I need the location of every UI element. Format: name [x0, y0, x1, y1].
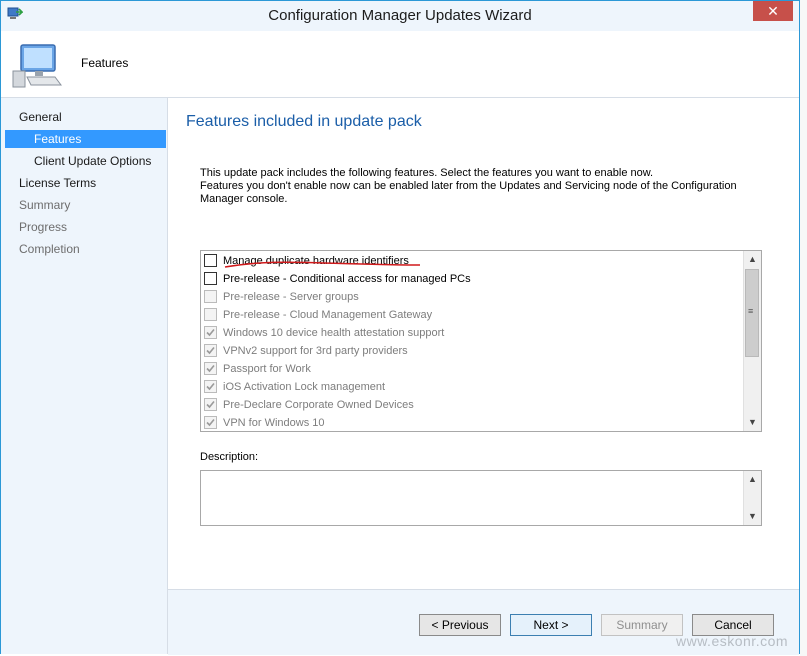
feature-label: VPNv2 support for 3rd party providers	[223, 345, 408, 357]
scroll-up-icon[interactable]: ▲	[744, 251, 761, 268]
description-label: Description:	[200, 451, 259, 463]
previous-button[interactable]: < Previous	[419, 614, 501, 636]
feature-item: iOS Activation Lock management	[204, 378, 385, 396]
feature-checkbox	[204, 379, 217, 393]
description-value	[201, 471, 761, 477]
description-scrollbar[interactable]: ▲ ▼	[743, 471, 761, 525]
checkmark-icon	[206, 382, 215, 390]
description-field[interactable]: ▲ ▼	[200, 470, 762, 526]
feature-checkbox	[204, 325, 217, 339]
title-bar[interactable]: Configuration Manager Updates Wizard ✕	[1, 1, 799, 31]
checkmark-icon	[206, 328, 215, 336]
scroll-down-icon[interactable]: ▼	[744, 508, 761, 525]
intro-line: Features you don't enable now can be ena…	[200, 180, 737, 192]
computer-icon	[12, 44, 62, 88]
feature-item: Pre-release - Server groups	[204, 288, 359, 306]
feature-checkbox	[204, 361, 217, 375]
feature-checkbox	[204, 415, 217, 429]
nav-item-progress: Progress	[19, 220, 68, 234]
next-button[interactable]: Next >	[510, 614, 592, 636]
nav-item-completion: Completion	[19, 242, 80, 256]
nav-item-license-terms[interactable]: License Terms	[5, 174, 166, 192]
wizard-window: Configuration Manager Updates Wizard ✕ F…	[0, 0, 800, 655]
header-title: Features	[81, 56, 129, 70]
scroll-up-icon[interactable]: ▲	[744, 471, 761, 488]
scroll-down-icon[interactable]: ▼	[744, 414, 761, 431]
nav-item-features[interactable]: Features	[5, 130, 166, 148]
nav-item-general[interactable]: General	[5, 108, 166, 126]
wizard-content: Features included in update pack This up…	[168, 98, 799, 589]
wizard-header: Features	[1, 31, 799, 98]
intro-line: This update pack includes the following …	[200, 167, 654, 179]
intro-line: Manager console.	[200, 193, 288, 205]
scroll-grip-icon: ≡	[748, 306, 754, 316]
nav-item-summary: Summary	[19, 198, 71, 212]
feature-label: VPN for Windows 10	[223, 417, 325, 429]
checkmark-icon	[206, 400, 215, 408]
checkmark-icon	[206, 418, 215, 426]
feature-checkbox	[204, 397, 217, 411]
checkmark-icon	[206, 346, 215, 354]
feature-label: iOS Activation Lock management	[223, 381, 386, 393]
feature-label: Pre-release - Cloud Management Gateway	[223, 309, 433, 321]
watermark: www.eskonr.com	[676, 633, 789, 649]
checkmark-icon	[206, 364, 215, 372]
feature-item: Pre-release - Cloud Management Gateway	[204, 306, 432, 324]
intro-text: This update pack includes the following …	[200, 167, 740, 206]
red-underline-annotation	[224, 261, 421, 268]
page-title: Features included in update pack	[186, 113, 422, 130]
feature-item: Passport for Work	[204, 360, 311, 378]
feature-item: VPN for Windows 10	[204, 414, 325, 431]
feature-checkbox	[204, 307, 217, 321]
feature-checkbox[interactable]	[204, 271, 217, 285]
nav-item-client-update-options[interactable]: Client Update Options	[5, 152, 166, 170]
feature-item: VPNv2 support for 3rd party providers	[204, 342, 408, 360]
feature-item: Windows 10 device health attestation sup…	[204, 324, 444, 342]
feature-label: Passport for Work	[223, 363, 311, 375]
feature-checkbox	[204, 343, 217, 357]
feature-item: Pre-Declare Corporate Owned Devices	[204, 396, 414, 414]
window-title: Configuration Manager Updates Wizard	[268, 7, 532, 24]
close-button[interactable]: ✕	[753, 1, 793, 21]
feature-label: Pre-release - Server groups	[223, 291, 359, 303]
feature-checkbox	[204, 289, 217, 303]
summary-button: Summary	[601, 614, 683, 636]
feature-label: Pre-Declare Corporate Owned Devices	[223, 399, 414, 411]
wizard-nav: General Features Client Update Options L…	[1, 98, 168, 654]
feature-checkbox[interactable]	[204, 253, 217, 267]
feature-label: Windows 10 device health attestation sup…	[223, 327, 445, 339]
window-edge	[800, 0, 807, 656]
scroll-thumb[interactable]: ≡	[745, 269, 759, 357]
feature-list-scrollbar[interactable]: ▲ ≡ ▼	[743, 251, 761, 431]
